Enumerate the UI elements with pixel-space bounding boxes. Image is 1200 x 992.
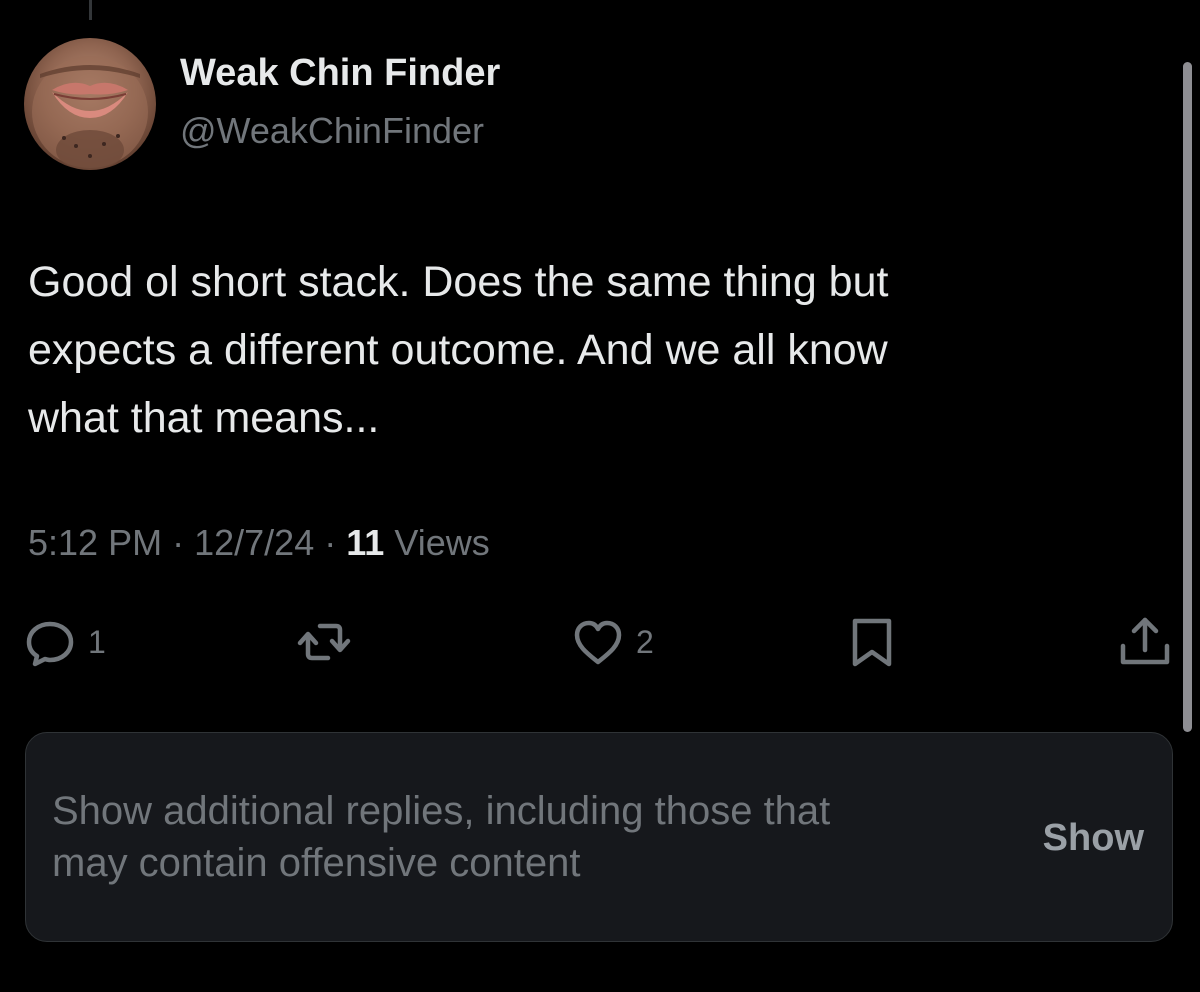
meta-separator: · — [172, 522, 185, 563]
tweet-date[interactable]: 12/7/24 — [194, 522, 314, 563]
heart-icon — [574, 620, 622, 665]
meta-separator: · — [324, 522, 337, 563]
author-name[interactable]: Weak Chin Finder — [180, 52, 500, 95]
thread-connector-line — [89, 0, 92, 20]
author-handle[interactable]: @WeakChinFinder — [180, 110, 484, 152]
retweet-icon — [297, 623, 351, 661]
scrollbar[interactable] — [1183, 62, 1192, 732]
views-label: Views — [394, 522, 490, 563]
reply-icon — [26, 621, 74, 667]
share-icon — [1120, 617, 1170, 665]
retweet-button[interactable] — [294, 612, 354, 672]
tweet-metadata: 5:12 PM · 12/7/24 · 11 Views — [28, 522, 490, 564]
additional-replies-text: Show additional replies, including those… — [52, 785, 972, 889]
like-button[interactable]: 2 — [568, 612, 654, 672]
reply-button[interactable]: 1 — [20, 612, 106, 672]
reply-count: 1 — [88, 623, 106, 660]
bookmark-button[interactable] — [842, 612, 902, 672]
additional-replies-card: Show additional replies, including those… — [25, 732, 1173, 942]
additional-replies-line: may contain offensive content — [52, 841, 581, 885]
tweet-text-line: Good ol short stack. Does the same thing… — [28, 258, 889, 306]
views-count: 11 — [346, 522, 385, 563]
bookmark-icon — [852, 618, 892, 667]
tweet-time[interactable]: 5:12 PM — [28, 522, 162, 563]
additional-replies-line: Show additional replies, including those… — [52, 789, 831, 833]
tweet-text-line: what that means... — [28, 394, 380, 442]
share-button[interactable] — [1115, 612, 1175, 672]
tweet-text-line: expects a different outcome. And we all … — [28, 326, 888, 374]
like-count: 2 — [636, 623, 654, 660]
avatar[interactable] — [24, 38, 156, 170]
avatar-image — [32, 56, 148, 170]
show-replies-button[interactable]: Show — [1043, 817, 1144, 860]
tweet-text: Good ol short stack. Does the same thing… — [28, 248, 1158, 452]
